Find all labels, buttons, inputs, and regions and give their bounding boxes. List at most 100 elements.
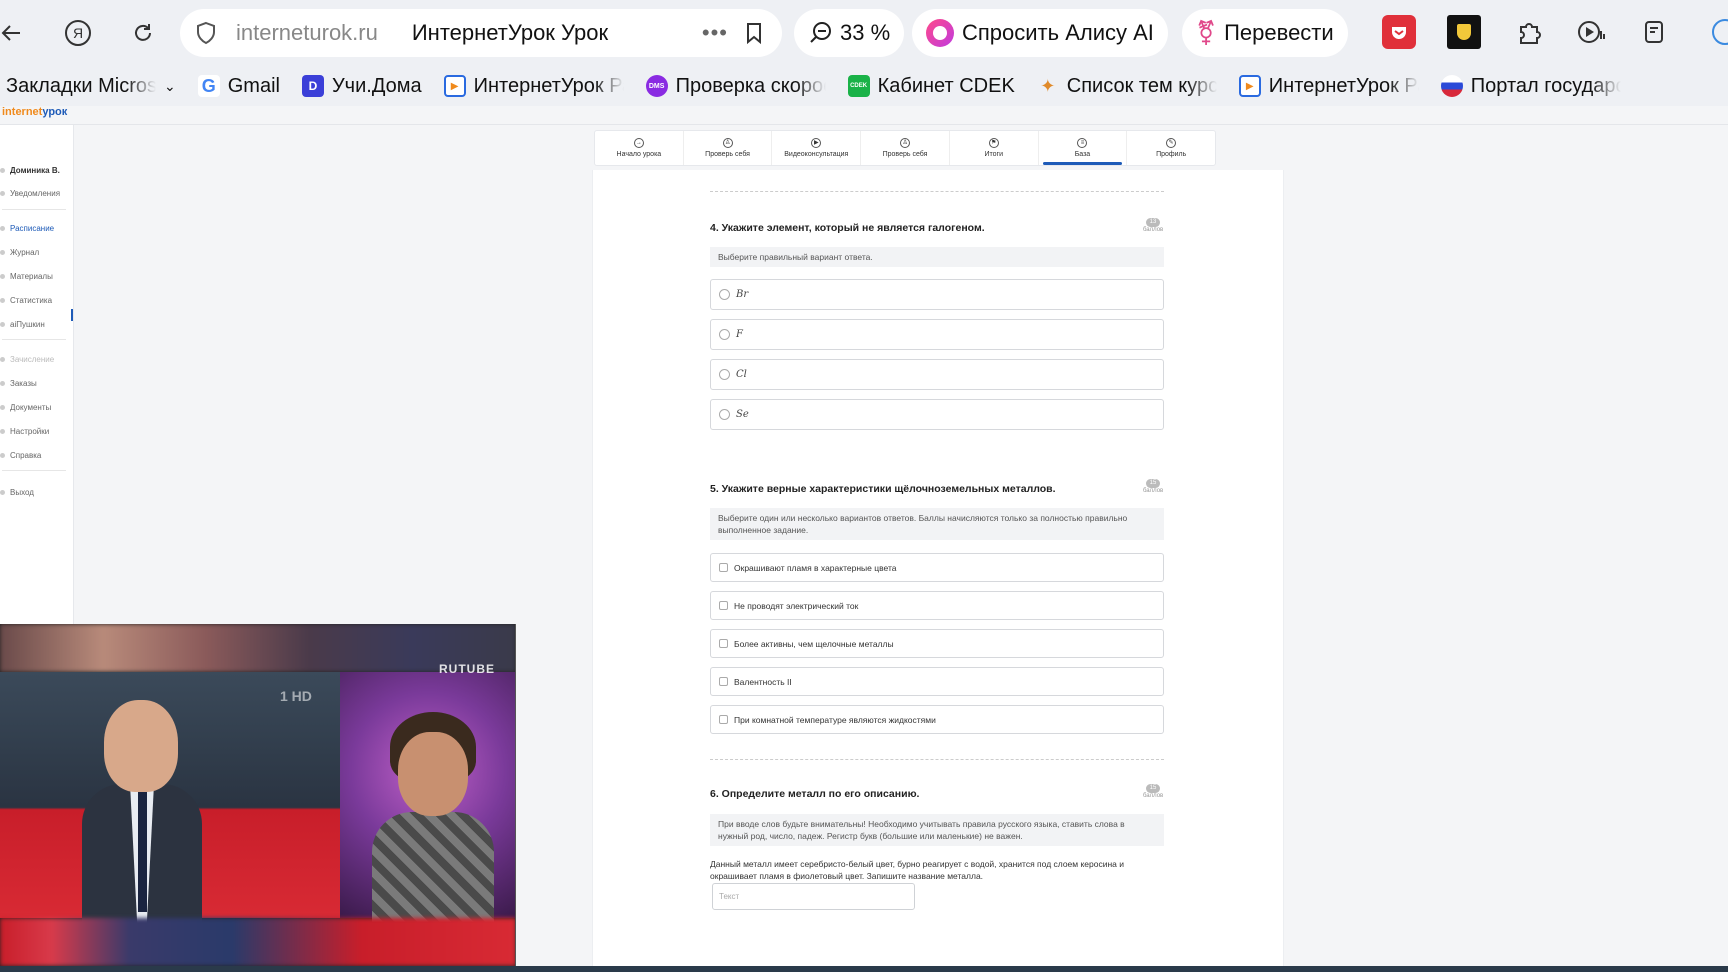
alice-button[interactable]: Спросить Алису AI	[912, 9, 1168, 57]
input-placeholder: Текст	[719, 892, 740, 901]
radio-button[interactable]	[719, 409, 730, 420]
bookmark-internet-urok-1[interactable]: ▶ ИнтернетУрок Ра	[443, 75, 624, 98]
checkbox[interactable]	[719, 601, 728, 610]
bookmark-uchi-doma[interactable]: D Учи.Дома	[301, 75, 422, 98]
question-4-hint: Выберите правильный вариант ответа.	[710, 247, 1164, 267]
radio-button[interactable]	[719, 369, 730, 380]
tab-label: Проверь себя	[882, 151, 928, 158]
answer-option[interactable]: При комнатной температуре являются жидко…	[710, 705, 1164, 734]
option-label: Se	[736, 409, 749, 420]
checkbox[interactable]	[719, 563, 728, 572]
option-label: При комнатной температуре являются жидко…	[734, 714, 936, 725]
sidebar-item-journal[interactable]: Журнал	[0, 248, 39, 257]
bookmark-microsoft[interactable]: Закладки Microsoft E ⌄	[6, 75, 176, 98]
zoom-level: 33 %	[840, 20, 891, 45]
profile-button[interactable]	[1708, 15, 1728, 49]
answer-option[interactable]: Валентность II	[710, 667, 1164, 696]
question-4-title: 4. Укажите элемент, который не является …	[710, 222, 985, 234]
sidebar-user[interactable]: Доминика В.	[0, 166, 60, 175]
answer-option[interactable]: Se	[710, 399, 1164, 430]
points-value: 15	[1146, 479, 1160, 488]
radio-button[interactable]	[719, 329, 730, 340]
bookmark-cdek[interactable]: CDEK Кабинет CDEK	[847, 75, 1015, 98]
bookmark-label: Список тем курса	[1066, 74, 1217, 97]
bookmark-speed-test[interactable]: DMS Проверка скорос	[645, 75, 826, 98]
bookmark-gosuslugi[interactable]: Портал государст	[1440, 74, 1621, 98]
answer-option[interactable]: Cl	[710, 359, 1164, 390]
internet-urok-icon: ▶	[1238, 75, 1261, 97]
reload-button[interactable]	[123, 13, 163, 53]
site-logo[interactable]: internetурок	[2, 106, 67, 118]
question-4-points: 13 баллов	[1143, 218, 1163, 233]
bookmark-label: Gmail	[227, 74, 280, 97]
media-button[interactable]	[1574, 15, 1608, 49]
question-5-title: 5. Укажите верные характеристики щёлочно…	[710, 483, 1056, 495]
sidebar-notifications[interactable]: Уведомления	[0, 189, 60, 198]
taskbar-edge	[0, 966, 1728, 972]
bookmark-label: ИнтернетУрок Ра	[1268, 74, 1419, 97]
tab-base[interactable]: ≡ База	[1039, 131, 1128, 165]
bookmark-gmail[interactable]: G Gmail	[197, 74, 280, 98]
answer-option[interactable]: Более активны, чем щелочные металлы	[710, 629, 1164, 658]
checkbox[interactable]	[719, 639, 728, 648]
sidebar-item-help[interactable]: Справка	[0, 451, 41, 460]
sidebar-item-orders[interactable]: Заказы	[0, 379, 37, 388]
collections-button[interactable]	[1638, 15, 1672, 49]
option-label: Br	[736, 289, 749, 300]
base-icon: ≡	[1077, 138, 1088, 148]
cdek-icon: CDEK	[847, 75, 870, 97]
extensions-button[interactable]	[1512, 15, 1546, 49]
more-button[interactable]: •••	[702, 20, 728, 46]
question-5-points: 15 баллов	[1143, 479, 1163, 494]
tab-video-consultation[interactable]: ▶ Видеоконсультация	[772, 131, 862, 165]
answer-option[interactable]: Br	[710, 279, 1164, 310]
sidebar-item-materials[interactable]: Материалы	[0, 272, 53, 281]
tab-profile[interactable]: ✎ Профиль	[1127, 131, 1215, 165]
yandex-icon: Я	[65, 20, 91, 46]
shield-extension[interactable]	[1447, 15, 1481, 49]
avatar	[1712, 19, 1728, 45]
rutube-watermark: RUTUBE	[439, 662, 495, 676]
bookmark-icon[interactable]	[742, 21, 766, 45]
address-bar[interactable]: internet​urok.ru ИнтернетУрок Урок •••	[180, 9, 782, 57]
video-blur-bottom	[0, 918, 515, 966]
sidebar-item-statistics[interactable]: Статистика	[0, 296, 52, 305]
back-button[interactable]	[0, 13, 32, 53]
logo-part-1: internet	[2, 106, 43, 118]
sidebar-item-documents[interactable]: Документы	[0, 403, 51, 412]
bookmark-internet-urok-2[interactable]: ▶ ИнтернетУрок Ра	[1238, 74, 1419, 98]
svg-text:Я: Я	[73, 25, 83, 41]
tab-results[interactable]: ⚑ Итоги	[950, 131, 1039, 165]
checkbox[interactable]	[719, 715, 728, 724]
video-player[interactable]: 1 HD RUTUBE	[0, 624, 516, 966]
sidebar-item-settings[interactable]: Настройки	[0, 427, 49, 436]
points-value: 13	[1146, 218, 1160, 227]
alice-label: Спросить Алису AI	[962, 20, 1154, 45]
answer-text-input[interactable]: Текст	[712, 883, 915, 910]
translate-icon: ⚧	[1196, 19, 1217, 47]
reload-icon	[135, 24, 151, 41]
search-chat-icon	[810, 22, 831, 43]
radio-button[interactable]	[719, 289, 730, 300]
answer-option[interactable]: Не проводят электрический ток	[710, 591, 1164, 620]
bookmark-label: Портал государст	[1470, 74, 1621, 97]
answer-option[interactable]: F	[710, 319, 1164, 350]
yandex-button[interactable]: Я	[58, 13, 98, 53]
pocket-extension[interactable]	[1382, 15, 1416, 49]
bookmark-topics[interactable]: ✦ Список тем курса	[1037, 75, 1217, 98]
answer-option[interactable]: Окрашивают пламя в характерные цвета	[710, 553, 1164, 582]
video-person-right	[368, 712, 498, 922]
tab-self-check-1[interactable]: ♙ Проверь себя	[684, 131, 773, 165]
video-person-left	[82, 684, 202, 924]
sidebar-item-schedule[interactable]: Расписание	[0, 224, 54, 233]
translate-button[interactable]: ⚧ Перевести	[1182, 9, 1348, 57]
checkbox[interactable]	[719, 677, 728, 686]
tab-label: Начало урока	[616, 151, 662, 158]
translate-label: Перевести	[1224, 20, 1334, 45]
sidebar-item-logout[interactable]: Выход	[0, 488, 34, 497]
option-label: Окрашивают пламя в характерные цвета	[734, 562, 897, 573]
sidebar-item-aipushkin[interactable]: аіПушкин	[0, 320, 45, 329]
tab-lesson-start[interactable]: → Начало урока	[595, 131, 684, 165]
tab-self-check-2[interactable]: ♙ Проверь себя	[861, 131, 950, 165]
zoom-button[interactable]: 33 %	[794, 9, 905, 57]
